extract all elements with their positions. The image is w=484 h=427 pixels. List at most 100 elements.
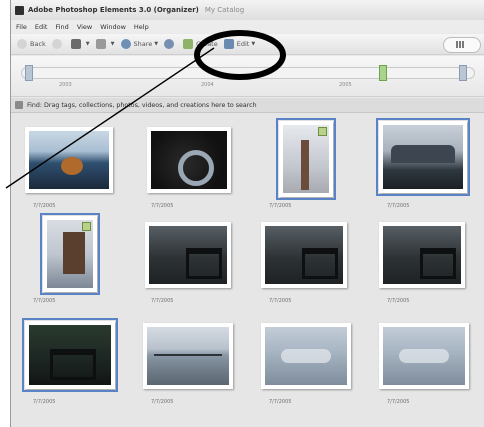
back-arrow-icon bbox=[17, 39, 27, 49]
photo-detail bbox=[391, 145, 455, 164]
photo-date: 7/7/2005 bbox=[151, 203, 174, 209]
find-bar-text: Find: Drag tags, collections, photos, vi… bbox=[27, 101, 257, 109]
photo-cell[interactable]: 7/7/2005 bbox=[253, 118, 371, 219]
photo-thumbnail[interactable] bbox=[376, 118, 470, 196]
share-button[interactable]: Share ▼ bbox=[120, 39, 158, 49]
timeline-years: 2003 2004 2005 bbox=[49, 82, 429, 92]
photo-browser-button[interactable]: ▼ bbox=[70, 39, 90, 49]
photo-date: 7/7/2005 bbox=[33, 298, 56, 304]
photo-date: 7/7/2005 bbox=[387, 399, 410, 405]
photo-image bbox=[383, 125, 463, 189]
photo-date: 7/7/2005 bbox=[387, 203, 410, 209]
printer-icon bbox=[95, 39, 106, 49]
create-icon bbox=[183, 39, 194, 49]
photo-cell[interactable]: 7/7/2005 bbox=[17, 121, 135, 219]
photo-thumbnail[interactable] bbox=[261, 222, 347, 288]
photo-detail bbox=[281, 349, 331, 364]
window-titlebar: Adobe Photoshop Elements 3.0 (Organizer)… bbox=[11, 0, 484, 20]
photo-thumbnail[interactable] bbox=[147, 127, 231, 193]
window-title: Adobe Photoshop Elements 3.0 (Organizer) bbox=[28, 6, 199, 14]
photo-thumbnail[interactable] bbox=[276, 118, 336, 200]
photo-cell[interactable]: 7/7/2005 bbox=[17, 317, 135, 415]
back-label: Back bbox=[30, 40, 46, 48]
photo-detail bbox=[49, 349, 96, 380]
photo-thumbnail[interactable] bbox=[379, 323, 469, 389]
organizer-window: Adobe Photoshop Elements 3.0 (Organizer)… bbox=[10, 0, 484, 427]
photo-thumbnail[interactable] bbox=[379, 222, 465, 288]
menu-edit[interactable]: Edit bbox=[35, 23, 48, 31]
chevron-down-icon: ▼ bbox=[110, 41, 115, 47]
photo-detail bbox=[153, 353, 223, 356]
photo-detail bbox=[186, 248, 223, 280]
photo-image bbox=[383, 327, 465, 385]
timeline-current-marker[interactable] bbox=[379, 65, 387, 81]
photo-thumbnail[interactable] bbox=[145, 222, 231, 288]
timeline[interactable]: 2003 2004 2005 bbox=[11, 56, 484, 97]
photo-thumbnail[interactable] bbox=[40, 213, 100, 295]
photo-detail bbox=[177, 149, 214, 186]
timeline-track[interactable] bbox=[21, 67, 475, 79]
photo-thumbnail[interactable] bbox=[261, 323, 351, 389]
photo-image bbox=[265, 226, 343, 284]
photo-cell[interactable]: 7/7/2005 bbox=[253, 317, 371, 415]
find-bar[interactable]: Find: Drag tags, collections, photos, vi… bbox=[11, 98, 484, 113]
photo-browser-icon bbox=[70, 39, 81, 49]
create-label: Create bbox=[196, 40, 218, 48]
photo-image bbox=[265, 327, 347, 385]
create-button[interactable]: Create bbox=[183, 39, 218, 49]
menu-file[interactable]: File bbox=[16, 23, 27, 31]
photo-cell[interactable]: 7/7/2005 bbox=[371, 118, 484, 219]
chevron-down-icon: ▼ bbox=[251, 41, 256, 47]
menu-view[interactable]: View bbox=[77, 23, 92, 31]
photo-thumbnail[interactable] bbox=[25, 127, 113, 193]
print-button[interactable]: ▼ bbox=[95, 39, 115, 49]
photo-image bbox=[383, 226, 461, 284]
photo-image bbox=[29, 131, 109, 189]
photo-thumbnail[interactable] bbox=[22, 318, 118, 392]
photo-date: 7/7/2005 bbox=[33, 399, 56, 405]
photo-cell[interactable]: 7/7/2005 bbox=[135, 216, 253, 314]
timeline-end-handle[interactable] bbox=[459, 65, 467, 81]
catalog-name: My Catalog bbox=[204, 6, 245, 14]
share-label: Share bbox=[133, 40, 153, 48]
photo-cell[interactable]: 7/7/2005 bbox=[135, 317, 253, 415]
timeline-year: 2005 bbox=[339, 82, 352, 88]
photo-cell[interactable]: 7/7/2005 bbox=[371, 216, 484, 314]
photo-date: 7/7/2005 bbox=[269, 298, 292, 304]
edit-icon bbox=[223, 39, 234, 49]
menu-find[interactable]: Find bbox=[55, 23, 68, 31]
menu-window[interactable]: Window bbox=[100, 23, 126, 31]
photo-detail bbox=[63, 232, 86, 275]
edit-label: Edit bbox=[236, 40, 250, 48]
photo-detail bbox=[302, 248, 339, 280]
rotate-button[interactable] bbox=[164, 39, 177, 49]
photo-thumbnail[interactable] bbox=[143, 323, 233, 389]
timeline-year: 2004 bbox=[201, 82, 214, 88]
photo-cell[interactable]: 7/7/2005 bbox=[17, 213, 135, 314]
view-toggle-button[interactable] bbox=[443, 37, 481, 53]
toolbar: Back ▼ ▼ Share ▼ Create Edit ▼ bbox=[11, 34, 484, 55]
photo-image bbox=[29, 325, 111, 385]
back-button[interactable]: Back bbox=[17, 39, 46, 49]
forward-button[interactable] bbox=[51, 39, 65, 49]
photo-image bbox=[149, 226, 227, 284]
photo-date: 7/7/2005 bbox=[151, 298, 174, 304]
timeline-year: 2003 bbox=[59, 82, 72, 88]
photo-detail bbox=[420, 248, 457, 280]
photo-cell[interactable]: 7/7/2005 bbox=[135, 121, 253, 219]
photo-date: 7/7/2005 bbox=[269, 399, 292, 405]
find-icon bbox=[15, 101, 23, 109]
grid-view-icon bbox=[456, 41, 464, 48]
photo-date: 7/7/2005 bbox=[33, 203, 56, 209]
forward-arrow-icon bbox=[51, 39, 62, 49]
app-icon bbox=[15, 5, 24, 15]
tag-badge-icon bbox=[318, 127, 327, 136]
edit-button[interactable]: Edit ▼ bbox=[223, 39, 256, 49]
photo-cell[interactable]: 7/7/2005 bbox=[371, 317, 484, 415]
timeline-start-handle[interactable] bbox=[25, 65, 33, 81]
menu-help[interactable]: Help bbox=[134, 23, 149, 31]
photo-cell[interactable]: 7/7/2005 bbox=[253, 216, 371, 314]
chevron-down-icon: ▼ bbox=[85, 41, 90, 47]
tag-badge-icon bbox=[82, 222, 91, 231]
photo-detail bbox=[399, 349, 449, 364]
